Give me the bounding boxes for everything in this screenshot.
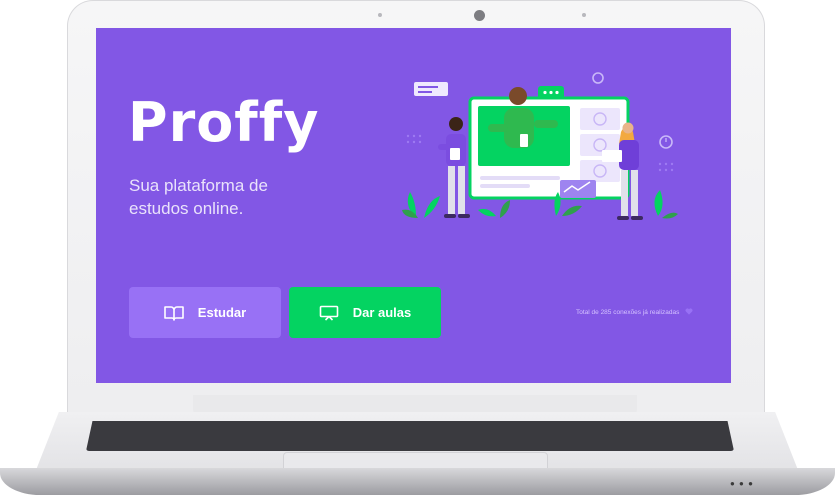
webcam <box>474 10 485 21</box>
tagline: Sua plataforma de estudos online. <box>129 176 268 218</box>
teach-button-label: Dar aulas <box>352 305 412 320</box>
lid-sensor-left <box>378 13 382 17</box>
purple-heart-icon <box>685 308 693 315</box>
hero-illustration <box>402 72 678 220</box>
teach-button[interactable]: Dar aulas <box>289 287 441 338</box>
book-open-icon <box>163 305 184 321</box>
landing-screen: Proffy Sua plataforma de estudos online. <box>96 28 731 383</box>
lid-sensor-right <box>582 13 586 17</box>
status-lights: ● ● ● <box>730 479 754 488</box>
presentation-board-icon <box>319 305 339 321</box>
study-button-label: Estudar <box>197 305 247 320</box>
laptop-keyboard <box>86 421 734 451</box>
total-connections-text: Total de 285 conexões já realizadas <box>576 309 680 316</box>
proffy-logo: Proffy <box>128 91 320 154</box>
laptop-front-edge <box>0 468 835 495</box>
study-button[interactable]: Estudar <box>129 287 281 338</box>
total-connections: Total de 285 conexões já realizadas <box>576 308 693 316</box>
